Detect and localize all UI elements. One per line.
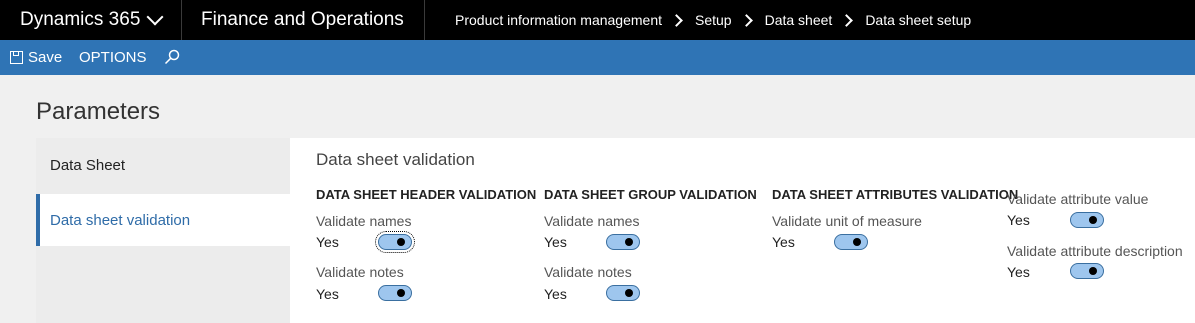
navigation-list: Data Sheet Data sheet validation — [36, 138, 290, 323]
field-value: Yes — [1007, 264, 1030, 280]
action-pane: Save OPTIONS — [0, 40, 1195, 75]
breadcrumb-item[interactable]: Product information management — [455, 12, 662, 28]
save-icon — [10, 51, 23, 64]
options-tab[interactable]: OPTIONS — [79, 40, 147, 75]
field-value: Yes — [772, 234, 795, 250]
search-icon[interactable] — [164, 49, 180, 65]
module-name[interactable]: Finance and Operations — [201, 0, 404, 40]
breadcrumb: Product information management Setup Dat… — [455, 0, 971, 40]
toggle-switch[interactable] — [606, 234, 640, 250]
breadcrumb-item[interactable]: Data sheet setup — [865, 12, 971, 28]
divider — [181, 0, 182, 40]
toggle-switch[interactable] — [834, 234, 868, 250]
field-value: Yes — [544, 234, 567, 250]
chevron-right-icon — [670, 13, 683, 27]
group-heading: DATA SHEET HEADER VALIDATION — [316, 187, 537, 202]
field-value: Yes — [1007, 212, 1030, 228]
toggle-switch[interactable] — [1070, 212, 1104, 228]
toggle-switch[interactable] — [606, 285, 640, 301]
field-label: Validate notes — [544, 264, 632, 280]
toggle-switch[interactable] — [378, 285, 412, 301]
top-navigation-bar: Dynamics 365 Finance and Operations Prod… — [0, 0, 1195, 40]
content-pane: Data sheet validation DATA SHEET HEADER … — [290, 138, 1195, 323]
section-title: Data sheet validation — [316, 150, 475, 169]
chevron-right-icon — [840, 13, 854, 27]
page-title: Parameters — [36, 98, 161, 125]
save-label: Save — [28, 49, 63, 66]
group-heading: DATA SHEET GROUP VALIDATION — [544, 187, 757, 202]
field-value: Yes — [316, 234, 339, 250]
chevron-down-icon — [146, 8, 164, 26]
app-switcher[interactable]: Dynamics 365 — [0, 0, 181, 40]
nav-item-data-sheet[interactable]: Data Sheet — [36, 139, 290, 191]
toggle-switch[interactable] — [375, 231, 415, 253]
app-name: Dynamics 365 — [20, 9, 141, 30]
group-heading: DATA SHEET ATTRIBUTES VALIDATION — [772, 187, 1019, 202]
field-label: Validate unit of measure — [772, 213, 922, 229]
nav-item-data-sheet-validation[interactable]: Data sheet validation — [36, 194, 290, 246]
breadcrumb-item[interactable]: Data sheet — [765, 12, 833, 28]
field-label: Validate attribute value — [1007, 191, 1149, 207]
field-label: Validate names — [316, 213, 412, 229]
field-value: Yes — [544, 286, 567, 302]
field-label: Validate names — [544, 213, 640, 229]
breadcrumb-item[interactable]: Setup — [695, 12, 732, 28]
field-value: Yes — [316, 286, 339, 302]
save-button[interactable]: Save — [10, 40, 62, 75]
field-label: Validate attribute description — [1007, 243, 1183, 259]
divider — [424, 0, 425, 40]
toggle-switch[interactable] — [1070, 263, 1104, 279]
field-label: Validate notes — [316, 264, 404, 280]
chevron-right-icon — [739, 13, 753, 27]
